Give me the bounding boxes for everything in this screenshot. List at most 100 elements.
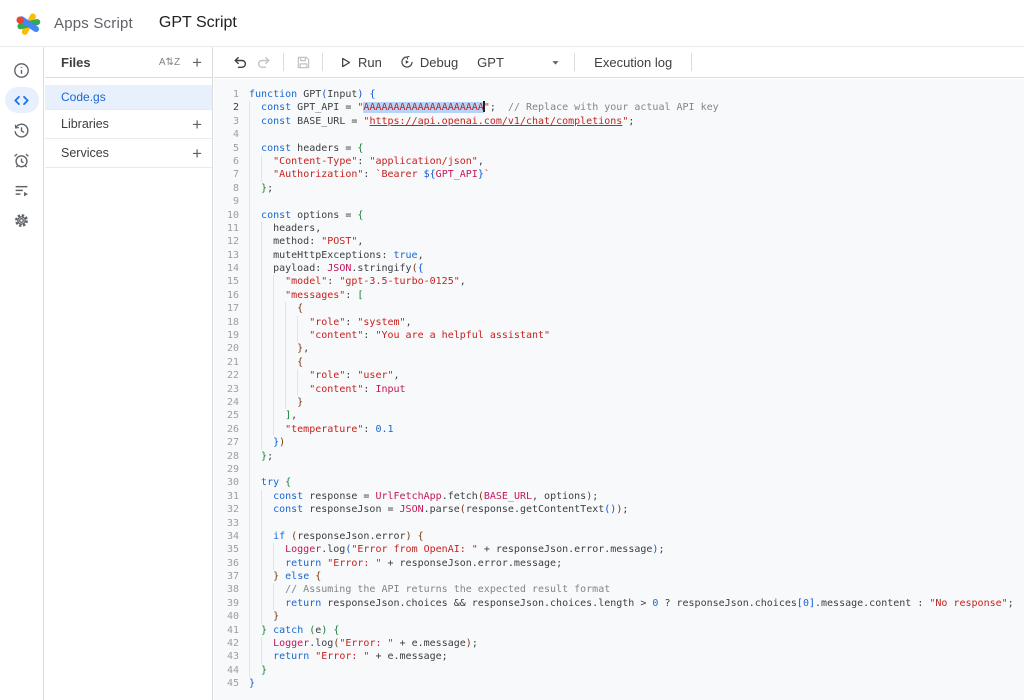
line-number[interactable]: 11: [214, 222, 239, 235]
line-content[interactable]: ],: [249, 409, 1024, 422]
code-line[interactable]: 9: [214, 195, 1024, 208]
line-number[interactable]: 36: [214, 557, 239, 570]
line-number[interactable]: 19: [214, 329, 239, 342]
line-number[interactable]: 33: [214, 517, 239, 530]
line-content[interactable]: "Content-Type": "application/json",: [249, 155, 1024, 168]
function-selector[interactable]: GPT: [467, 50, 567, 74]
code-line[interactable]: 11 headers,: [214, 222, 1024, 235]
code-line[interactable]: 19 "content": "You are a helpful assista…: [214, 329, 1024, 342]
code-line[interactable]: 38 // Assuming the API returns the expec…: [214, 583, 1024, 596]
code-line[interactable]: 44 }: [214, 664, 1024, 677]
code-line[interactable]: 12 method: "POST",: [214, 235, 1024, 248]
line-number[interactable]: 14: [214, 262, 239, 275]
code-line[interactable]: 31 const response = UrlFetchApp.fetch(BA…: [214, 490, 1024, 503]
product-name[interactable]: Apps Script: [54, 15, 133, 32]
line-number[interactable]: 40: [214, 610, 239, 623]
line-content[interactable]: "temperature": 0.1: [249, 423, 1024, 436]
line-content[interactable]: "content": Input: [249, 383, 1024, 396]
code-line[interactable]: 42 Logger.log("Error: " + e.message);: [214, 637, 1024, 650]
line-number[interactable]: 12: [214, 235, 239, 248]
line-number[interactable]: 38: [214, 583, 239, 596]
line-content[interactable]: }: [249, 396, 1024, 409]
line-content[interactable]: const response = UrlFetchApp.fetch(BASE_…: [249, 490, 1024, 503]
nav-editor-button[interactable]: [5, 87, 39, 113]
code-line[interactable]: 27 }): [214, 436, 1024, 449]
sidebar-section-libraries[interactable]: Libraries +: [45, 109, 212, 138]
line-content[interactable]: muteHttpExceptions: true,: [249, 249, 1024, 262]
line-content[interactable]: }: [249, 664, 1024, 677]
line-number[interactable]: 18: [214, 316, 239, 329]
code-line[interactable]: 6 "Content-Type": "application/json",: [214, 155, 1024, 168]
code-line[interactable]: 37 } else {: [214, 570, 1024, 583]
line-content[interactable]: const headers = {: [249, 142, 1024, 155]
code-line[interactable]: 5 const headers = {: [214, 142, 1024, 155]
line-number[interactable]: 39: [214, 597, 239, 610]
line-number[interactable]: 34: [214, 530, 239, 543]
line-content[interactable]: "model": "gpt-3.5-turbo-0125",: [249, 275, 1024, 288]
line-number[interactable]: 26: [214, 423, 239, 436]
code-line[interactable]: 26 "temperature": 0.1: [214, 423, 1024, 436]
code-line[interactable]: 45}: [214, 677, 1024, 690]
execution-log-button[interactable]: Execution log: [582, 55, 684, 70]
code-line[interactable]: 1function GPT(Input) {: [214, 88, 1024, 101]
line-content[interactable]: return responseJson.choices && responseJ…: [249, 597, 1024, 610]
line-number[interactable]: 30: [214, 476, 239, 489]
line-content[interactable]: },: [249, 342, 1024, 355]
line-number[interactable]: 35: [214, 543, 239, 556]
code-line[interactable]: 43 return "Error: " + e.message;: [214, 650, 1024, 663]
code-line[interactable]: 24 }: [214, 396, 1024, 409]
line-content[interactable]: method: "POST",: [249, 235, 1024, 248]
line-content[interactable]: const options = {: [249, 209, 1024, 222]
code-line[interactable]: 3 const BASE_URL = "https://api.openai.c…: [214, 115, 1024, 128]
nav-project-history-button[interactable]: [5, 117, 39, 143]
code-line[interactable]: 35 Logger.log("Error from OpenAI: " + re…: [214, 543, 1024, 556]
line-number[interactable]: 25: [214, 409, 239, 422]
line-content[interactable]: } catch (e) {: [249, 624, 1024, 637]
code-line[interactable]: 29: [214, 463, 1024, 476]
line-number[interactable]: 42: [214, 637, 239, 650]
line-content[interactable]: [249, 463, 1024, 476]
code-line[interactable]: 41 } catch (e) {: [214, 624, 1024, 637]
line-number[interactable]: 17: [214, 302, 239, 315]
line-number[interactable]: 37: [214, 570, 239, 583]
line-number[interactable]: 28: [214, 450, 239, 463]
line-number[interactable]: 20: [214, 342, 239, 355]
line-number[interactable]: 29: [214, 463, 239, 476]
line-number[interactable]: 31: [214, 490, 239, 503]
code-line[interactable]: 13 muteHttpExceptions: true,: [214, 249, 1024, 262]
line-number[interactable]: 32: [214, 503, 239, 516]
add-file-icon[interactable]: +: [192, 54, 202, 71]
add-library-icon[interactable]: +: [192, 116, 202, 133]
line-number[interactable]: 41: [214, 624, 239, 637]
code-line[interactable]: 15 "model": "gpt-3.5-turbo-0125",: [214, 275, 1024, 288]
line-content[interactable]: [249, 517, 1024, 530]
line-number[interactable]: 21: [214, 356, 239, 369]
line-number[interactable]: 15: [214, 275, 239, 288]
line-number[interactable]: 24: [214, 396, 239, 409]
code-line[interactable]: 23 "content": Input: [214, 383, 1024, 396]
line-content[interactable]: [249, 128, 1024, 141]
line-number[interactable]: 4: [214, 128, 239, 141]
code-line[interactable]: 28 };: [214, 450, 1024, 463]
nav-overview-button[interactable]: [5, 57, 39, 83]
line-content[interactable]: Logger.log("Error from OpenAI: " + respo…: [249, 543, 1024, 556]
line-content[interactable]: };: [249, 450, 1024, 463]
code-line[interactable]: 7 "Authorization": `Bearer ${GPT_API}`: [214, 168, 1024, 181]
undo-button[interactable]: [228, 50, 252, 74]
line-content[interactable]: const GPT_API = "AAAAAAAAAAAAAAAAAAAA"; …: [249, 101, 1024, 114]
line-content[interactable]: [249, 195, 1024, 208]
code-line[interactable]: 32 const responseJson = JSON.parse(respo…: [214, 503, 1024, 516]
line-content[interactable]: "Authorization": `Bearer ${GPT_API}`: [249, 168, 1024, 181]
line-content[interactable]: const BASE_URL = "https://api.openai.com…: [249, 115, 1024, 128]
line-number[interactable]: 5: [214, 142, 239, 155]
code-line[interactable]: 30 try {: [214, 476, 1024, 489]
line-content[interactable]: const responseJson = JSON.parse(response…: [249, 503, 1024, 516]
code-line[interactable]: 8 };: [214, 182, 1024, 195]
line-content[interactable]: // Assuming the API returns the expected…: [249, 583, 1024, 596]
line-content[interactable]: return "Error: " + responseJson.error.me…: [249, 557, 1024, 570]
line-content[interactable]: }: [249, 677, 1024, 690]
line-content[interactable]: };: [249, 182, 1024, 195]
line-number[interactable]: 23: [214, 383, 239, 396]
line-number[interactable]: 45: [214, 677, 239, 690]
nav-executions-button[interactable]: [5, 177, 39, 203]
